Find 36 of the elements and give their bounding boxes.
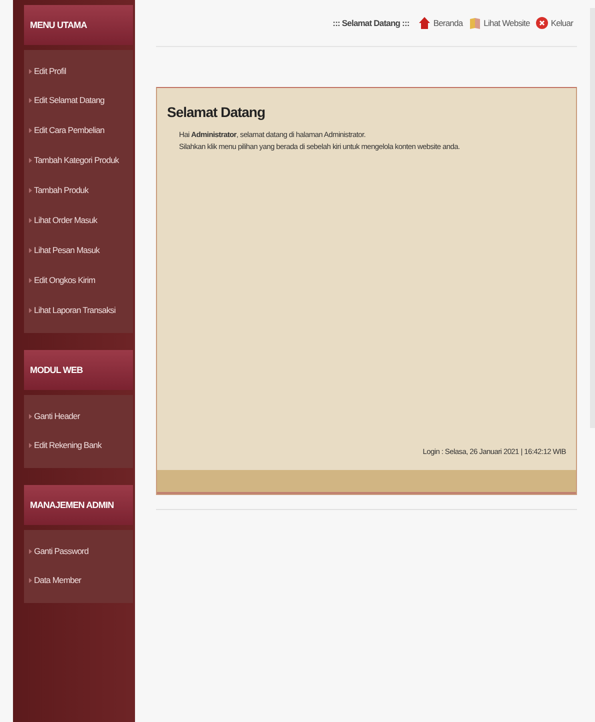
header-link[interactable]: Beranda: [419, 17, 463, 29]
close-icon: [536, 17, 548, 29]
menu-link[interactable]: Edit Rekening Bank: [29, 430, 133, 460]
arrow-icon: [29, 414, 32, 418]
menu-link[interactable]: Tambah Kategori Produk: [29, 145, 133, 175]
menu-link[interactable]: Data Member: [29, 565, 133, 595]
menu-link[interactable]: Ganti Header: [29, 402, 133, 430]
menu-link[interactable]: Ganti Password: [29, 537, 133, 565]
greeting-text: ::: Selamat Datang :::: [332, 18, 410, 28]
arrow-icon: [29, 248, 32, 252]
arrow-icon: [29, 68, 32, 74]
arrow-icon: [29, 98, 32, 102]
arrow-icon: [29, 218, 32, 222]
menu-link[interactable]: Lihat Pesan Masuk: [29, 235, 133, 265]
book-icon: [468, 17, 481, 29]
menu-link[interactable]: Lihat Laporan Transaksi: [29, 295, 133, 325]
menu-link[interactable]: Tambah Produk: [29, 175, 133, 205]
arrow-icon: [29, 128, 32, 132]
menu-link[interactable]: Edit Ongkos Kirim: [29, 265, 133, 295]
arrow-icon: [29, 158, 32, 162]
menu-section-header: MANAJEMEN ADMIN: [24, 485, 133, 525]
arrow-icon: [29, 278, 32, 282]
header-link[interactable]: Keluar: [536, 17, 573, 29]
menu-link[interactable]: Edit Cara Pembelian: [29, 115, 133, 145]
menu-link[interactable]: Edit Profil: [29, 57, 133, 85]
arrow-icon: [29, 188, 32, 192]
menu-link[interactable]: Edit Selamat Datang: [29, 85, 133, 115]
arrow-icon: [29, 308, 32, 312]
menu-link[interactable]: Lihat Order Masuk: [29, 205, 133, 235]
header-link[interactable]: Lihat Website: [468, 17, 530, 29]
panel-title: Selamat Datang: [167, 104, 266, 120]
arrow-icon: [29, 548, 32, 554]
arrow-icon: [29, 578, 32, 582]
arrow-icon: [29, 442, 32, 448]
menu-section-header: MODUL WEB: [24, 350, 133, 390]
menu-section-header: MENU UTAMA: [24, 5, 133, 45]
